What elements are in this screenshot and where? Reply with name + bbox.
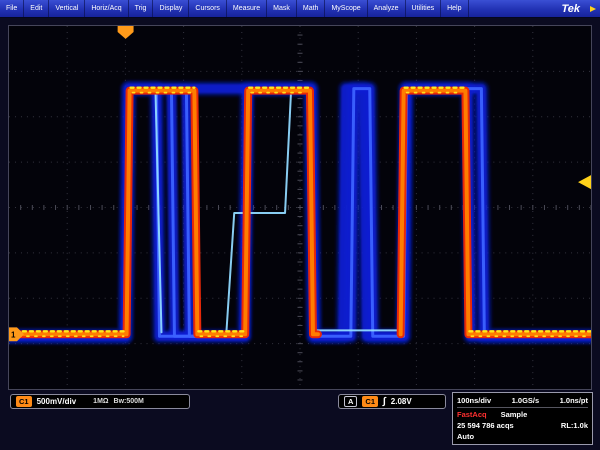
trigger-level-value: 2.08V	[391, 397, 412, 406]
acq-count-row: 25 594 786 acqs RL:1.0k	[457, 420, 588, 431]
trigger-mode-label: Auto	[457, 431, 474, 442]
menu-item-edit[interactable]: Edit	[24, 0, 49, 17]
yellow-speckle-b	[11, 93, 589, 337]
menu-item-myscope[interactable]: MyScope	[325, 0, 367, 17]
menu-item-mask[interactable]: Mask	[267, 0, 297, 17]
timebase-value: 100ns/div	[457, 395, 491, 406]
oscilloscope-screen: File Edit Vertical Horiz/Acq Trig Displa…	[0, 0, 600, 450]
record-length-value: RL:1.0k	[561, 420, 588, 431]
acq-separator	[457, 407, 588, 408]
menu-item-vertical[interactable]: Vertical	[49, 0, 85, 17]
menu-item-display[interactable]: Display	[153, 0, 189, 17]
red-core	[9, 91, 591, 335]
timebase-row: 100ns/div 1.0GS/s 1.0ns/pt	[457, 395, 588, 406]
trigger-level-marker[interactable]	[578, 175, 591, 189]
menu-item-utilities[interactable]: Utilities	[406, 0, 442, 17]
acq-mode-row: FastAcq Sample	[457, 409, 588, 420]
ch1-readout[interactable]: C1 500mV/div 1MΩ Bw:500M	[10, 394, 190, 409]
acq-count-value: 25 594 786 acqs	[457, 420, 514, 431]
trigger-mode-row: Auto	[457, 431, 588, 442]
ch1-badge: C1	[16, 396, 32, 407]
ch1-coupling-value: 1MΩ	[93, 398, 108, 405]
sample-mode-label: Sample	[501, 409, 528, 420]
menu-item-trig[interactable]: Trig	[129, 0, 154, 17]
menu-overflow-arrow-icon	[590, 6, 596, 12]
ch1-bandwidth-value: Bw:500M	[114, 398, 144, 405]
menu-item-cursors[interactable]: Cursors	[189, 0, 227, 17]
scope-markers: 1	[9, 26, 591, 341]
trigger-readout[interactable]: A C1 ∫ 2.08V	[338, 394, 446, 409]
menu-item-file[interactable]: File	[0, 0, 24, 17]
trigger-source-badge: A	[344, 396, 357, 407]
menu-item-help[interactable]: Help	[441, 0, 468, 17]
menu-bar: File Edit Vertical Horiz/Acq Trig Displa…	[0, 0, 600, 18]
menu-item-analyze[interactable]: Analyze	[368, 0, 406, 17]
fastacq-label: FastAcq	[457, 409, 487, 420]
menu-item-measure[interactable]: Measure	[227, 0, 267, 17]
trigger-channel-badge: C1	[362, 396, 378, 407]
waveform-display: 1	[9, 26, 591, 389]
sample-rate-value: 1.0GS/s	[512, 395, 540, 406]
orange-core	[9, 91, 591, 335]
acquisition-readout[interactable]: 100ns/div 1.0GS/s 1.0ns/pt FastAcq Sampl…	[452, 392, 593, 445]
trigger-position-marker[interactable]	[118, 26, 134, 39]
ch1-scale-value: 500mV/div	[37, 397, 77, 406]
channel1-marker-label: 1	[11, 330, 16, 339]
trigger-slope-icon: ∫	[383, 395, 386, 408]
menu-item-math[interactable]: Math	[297, 0, 326, 17]
resolution-value: 1.0ns/pt	[560, 395, 588, 406]
menu-item-horiz-acq[interactable]: Horiz/Acq	[85, 0, 128, 17]
graticule-area: 1	[8, 25, 592, 390]
